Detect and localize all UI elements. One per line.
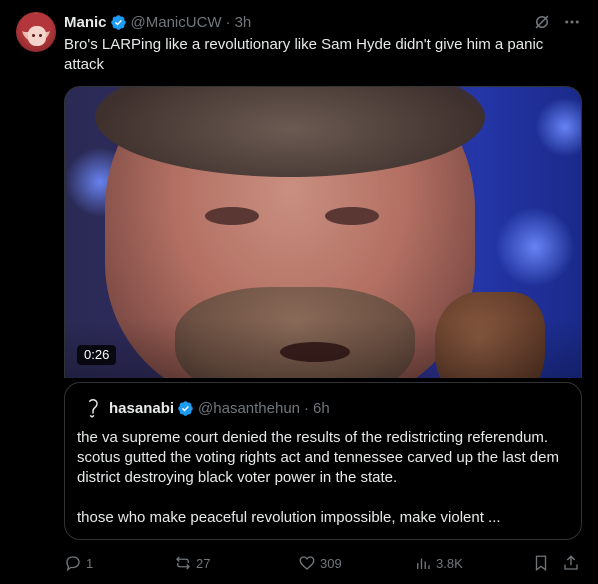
reply-button[interactable]: 1 — [64, 552, 93, 574]
quote-paragraph: those who make peaceful revolution impos… — [77, 509, 501, 526]
views-button[interactable]: 3.8K — [414, 552, 463, 574]
top-actions — [532, 12, 582, 32]
quoted-tweet[interactable]: hasanabi @hasanthehun · 6h the va suprem… — [64, 382, 582, 540]
video-player[interactable] — [64, 86, 582, 378]
tweet-header: Manic @ManicUCW · 3h — [64, 12, 251, 32]
action-bar: 1 27 309 3.8K — [64, 552, 582, 574]
quote-paragraph: the va supreme court denied the results … — [77, 429, 559, 486]
tweet[interactable]: Manic @ManicUCW · 3h Bro's LARPing like … — [0, 0, 598, 584]
quote-text: the va supreme court denied the results … — [77, 428, 572, 528]
bookmark-button[interactable] — [532, 552, 550, 574]
repost-button[interactable]: 27 — [174, 552, 210, 574]
repost-count: 27 — [196, 555, 211, 571]
views-icon — [417, 558, 430, 569]
repost-icon — [176, 556, 190, 570]
quote-author-avatar — [81, 396, 105, 420]
quote-author-handle: @hasanthehun — [198, 399, 301, 417]
quote-header: hasanabi @hasanthehun · 6h — [81, 397, 330, 419]
tweet-text: Bro's LARPing like a revolutionary like … — [64, 36, 544, 73]
separator: · — [225, 13, 231, 31]
reply-count: 1 — [86, 555, 94, 571]
verified-badge-icon — [178, 400, 193, 416]
video-duration: 0:26 — [77, 345, 117, 365]
like-count: 309 — [320, 555, 342, 571]
like-button[interactable]: 309 — [298, 552, 342, 574]
views-count: 3.8K — [436, 555, 463, 571]
reply-icon — [66, 556, 80, 572]
more-icon[interactable] — [562, 12, 582, 32]
grok-icon[interactable] — [532, 12, 552, 32]
author-avatar[interactable] — [16, 12, 56, 52]
quote-author-name: hasanabi — [109, 399, 175, 417]
share-button[interactable] — [562, 552, 580, 574]
bookmark-icon — [535, 555, 547, 572]
timestamp[interactable]: 3h — [235, 14, 252, 31]
quote-timestamp: 6h — [313, 399, 330, 417]
like-icon — [299, 556, 315, 570]
author-name[interactable]: Manic — [64, 14, 107, 31]
author-handle[interactable]: @ManicUCW — [131, 14, 222, 31]
verified-badge-icon — [110, 14, 126, 30]
separator: · — [304, 399, 310, 417]
share-icon — [564, 555, 578, 570]
